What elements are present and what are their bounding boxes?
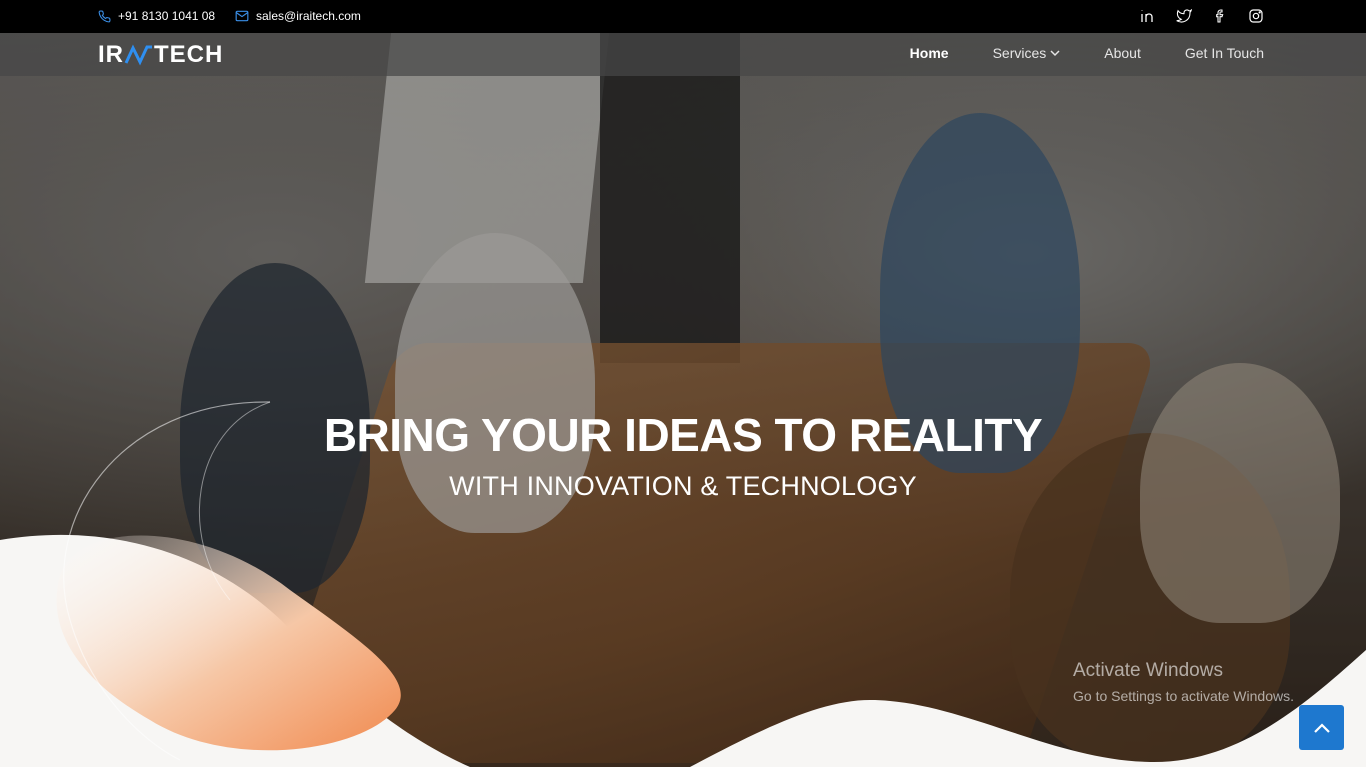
nav-item-home[interactable]: Home: [910, 45, 949, 61]
main-navbar: IR TECH Home Services About Get In Touch: [0, 33, 1366, 76]
watermark-title: Activate Windows: [1073, 660, 1223, 681]
logo-text-right: TECH: [154, 41, 224, 68]
scroll-to-top-button[interactable]: [1299, 705, 1344, 750]
nav-item-label: Get In Touch: [1184, 45, 1264, 61]
hero-headline: BRING YOUR IDEAS TO REALITY: [323, 409, 1043, 461]
mail-icon: [235, 10, 249, 22]
phone-number: +91 8130 1041 08: [118, 9, 216, 23]
nav-item-get-in-touch[interactable]: Get In Touch: [1185, 45, 1264, 61]
phone-icon: [98, 10, 111, 22]
logo-wave-icon: [124, 43, 154, 67]
email-address: sales@iraitech.com: [256, 9, 361, 23]
site-logo[interactable]: IR TECH: [98, 43, 223, 67]
hero-overlay: [0, 33, 1366, 767]
social-links: [1140, 8, 1264, 24]
windows-activation-watermark: Activate Windows Go to Settings to activ…: [1073, 660, 1294, 704]
top-contact-bar: +91 8130 1041 08 sales@iraitech.com: [0, 0, 1366, 33]
linkedin-icon[interactable]: [1140, 8, 1156, 24]
nav-item-services[interactable]: Services: [993, 45, 1061, 61]
instagram-icon[interactable]: [1248, 8, 1264, 24]
phone-contact[interactable]: +91 8130 1041 08: [98, 9, 215, 23]
hero-section: [0, 33, 1366, 767]
nav-item-label: Home: [909, 45, 949, 61]
facebook-icon[interactable]: [1212, 8, 1228, 24]
email-contact[interactable]: sales@iraitech.com: [235, 9, 361, 23]
logo-text-left: IR: [98, 41, 124, 68]
chevron-up-icon: [1313, 722, 1330, 733]
hero-subheadline: WITH INNOVATION & TECHNOLOGY: [449, 471, 917, 501]
nav-item-label: About: [1104, 45, 1141, 61]
nav-item-about[interactable]: About: [1104, 45, 1141, 61]
twitter-icon[interactable]: [1176, 8, 1193, 24]
chevron-down-icon: [1050, 50, 1060, 57]
nav-item-label: Services: [992, 45, 1047, 61]
watermark-subtitle: Go to Settings to activate Windows.: [1073, 688, 1294, 704]
nav-menu: Home Services About Get In Touch: [866, 45, 1264, 61]
